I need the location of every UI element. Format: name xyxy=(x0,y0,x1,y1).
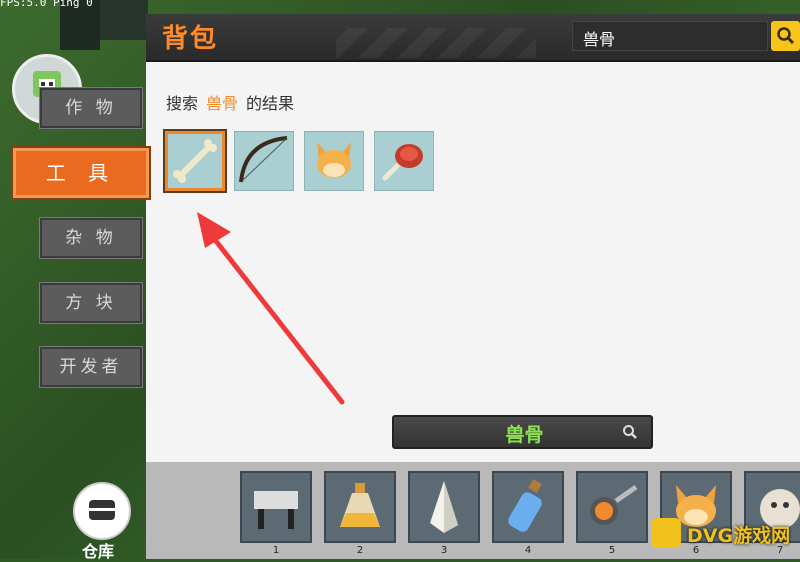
hotbar-number: 2 xyxy=(356,545,364,556)
white-shard-icon xyxy=(430,481,458,533)
hotbar-number: 4 xyxy=(524,545,532,556)
warehouse-button[interactable] xyxy=(73,482,131,540)
category-tools[interactable]: 工 具 xyxy=(11,146,151,200)
chest-icon xyxy=(89,500,115,520)
bottom-search-value: 兽骨 xyxy=(505,424,544,446)
warehouse-label: 仓库 xyxy=(82,542,115,561)
category-misc[interactable]: 杂 物 xyxy=(39,217,143,259)
workbench-icon xyxy=(254,491,298,529)
hotbar-slot-2[interactable] xyxy=(324,471,396,543)
frying-pan-icon xyxy=(590,484,638,525)
category-blocks[interactable]: 方 块 xyxy=(39,282,143,324)
watermark: DVG游戏网 xyxy=(651,516,800,550)
bottom-search-bar[interactable]: 兽骨 xyxy=(392,415,653,449)
hotbar-number: 5 xyxy=(608,545,616,556)
hotbar-number: 3 xyxy=(440,545,448,556)
hotbar-slot-3[interactable] xyxy=(408,471,480,543)
search-icon xyxy=(623,425,637,439)
blue-bottle-icon xyxy=(508,479,542,532)
potion-bottle-icon xyxy=(340,483,380,527)
watermark-text: DVG游戏网 xyxy=(687,525,791,547)
gamepad-icon xyxy=(651,518,681,548)
hotbar-number: 1 xyxy=(272,545,280,556)
category-developer[interactable]: 开发者 xyxy=(39,346,143,388)
category-crops[interactable]: 作 物 xyxy=(39,87,143,129)
hotbar-slot-1[interactable] xyxy=(240,471,312,543)
hotbar-slot-4[interactable] xyxy=(492,471,564,543)
hotbar-slot-5[interactable] xyxy=(576,471,648,543)
